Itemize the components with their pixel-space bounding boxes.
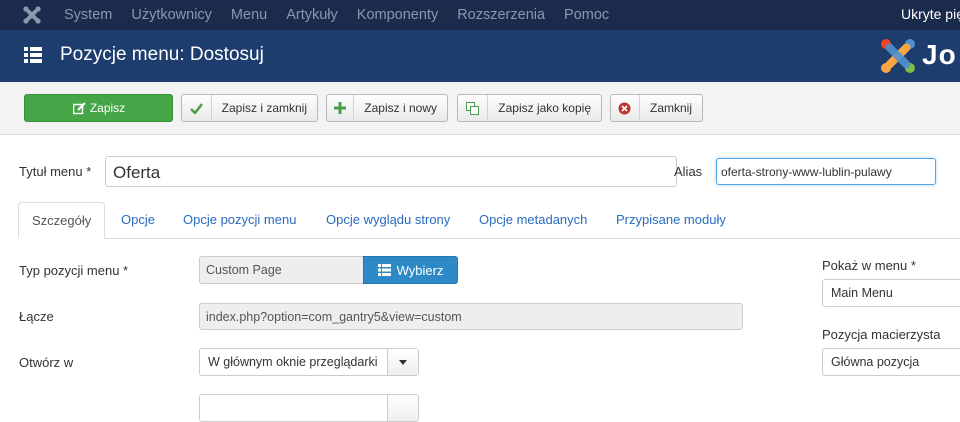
joomla-brand-icon (881, 39, 915, 73)
parent-item-select[interactable]: Główna pozycja (822, 348, 960, 376)
show-in-menu-label: Pokaż w menu * (822, 258, 916, 273)
nav-item-users[interactable]: Użytkownicy (131, 7, 212, 23)
list-icon (24, 47, 42, 63)
parent-item-value: Główna pozycja (831, 355, 920, 369)
nav-item-help[interactable]: Pomoc (564, 7, 609, 23)
page-header: Pozycje menu: Dostosuj Jo (0, 30, 960, 82)
title-input[interactable]: Oferta (105, 156, 677, 187)
list-icon (377, 264, 391, 276)
tab-page-display[interactable]: Opcje wyglądu strony (326, 202, 450, 238)
link-field: index.php?option=com_gantry5&view=custom (199, 303, 743, 330)
copy-icon (458, 95, 489, 121)
save-close-button[interactable]: Zapisz i zamknij (181, 94, 318, 122)
nav-item-articles[interactable]: Artykuły (286, 7, 338, 23)
choose-type-label: Wybierz (396, 262, 444, 278)
tab-options[interactable]: Opcje (121, 202, 155, 238)
link-label: Łącze (19, 309, 54, 324)
save-button[interactable]: Zapisz (24, 94, 173, 122)
chevron-down-icon (387, 349, 418, 375)
close-button[interactable]: Zamknij (610, 94, 703, 122)
joomla-brand: Jo (878, 36, 960, 76)
tab-menu-item-options[interactable]: Opcje pozycji menu (183, 202, 296, 238)
title-label: Tytuł menu * (19, 164, 92, 179)
tab-metadata[interactable]: Opcje metadanych (479, 202, 587, 238)
target-window-select[interactable]: W głównym oknie przeglądarki (199, 348, 419, 376)
target-window-value: W głównym oknie przeglądarki (208, 355, 378, 369)
hidden-messages-link[interactable]: Ukryte pię (901, 6, 960, 22)
save-new-label: Zapisz i nowy (364, 101, 437, 115)
nav-item-system[interactable]: System (64, 7, 112, 23)
chevron-down-icon (387, 395, 418, 421)
menu-item-type-field: Custom Page (199, 256, 364, 284)
menu-select-value: Main Menu (831, 286, 893, 300)
page-title: Pozycje menu: Dostosuj (60, 44, 264, 65)
alias-label: Alias (674, 164, 703, 179)
save-copy-button[interactable]: Zapisz jako kopię (457, 94, 602, 122)
toolbar: Zapisz Zapisz i zamknij Zapisz i nowy Za… (0, 82, 960, 135)
close-label: Zamknij (649, 101, 692, 115)
menu-select[interactable]: Main Menu (822, 279, 960, 307)
save-new-button[interactable]: Zapisz i nowy (326, 94, 448, 122)
check-icon (182, 95, 212, 121)
tab-bar: Szczegóły Opcje Opcje pozycji menu Opcje… (18, 202, 960, 239)
save-button-label: Zapisz (89, 101, 126, 115)
choose-type-button[interactable]: Wybierz (363, 256, 458, 284)
cancel-icon (611, 95, 640, 121)
joomla-logo-icon[interactable] (22, 5, 42, 25)
alias-input[interactable]: oferta-strony-www-lublin-pulawy (716, 158, 936, 185)
edit-icon (72, 95, 88, 121)
save-close-label: Zapisz i zamknij (221, 101, 307, 115)
plus-icon (327, 95, 355, 121)
nav-item-extensions[interactable]: Rozszerzenia (457, 7, 545, 23)
type-label: Typ pozycji menu * (19, 263, 129, 278)
target-label: Otwórz w (19, 355, 74, 370)
next-field-select[interactable] (199, 394, 419, 422)
tab-details[interactable]: Szczegóły (18, 202, 106, 239)
tab-modules[interactable]: Przypisane moduły (616, 202, 726, 238)
brand-text: Jo (922, 39, 957, 70)
save-copy-label: Zapisz jako kopię (498, 101, 591, 115)
parent-item-label: Pozycja macierzysta (822, 327, 941, 342)
nav-item-menu[interactable]: Menu (231, 7, 267, 23)
nav-item-components[interactable]: Komponenty (357, 7, 438, 23)
top-navbar: System Użytkownicy Menu Artykuły Kompone… (0, 0, 960, 30)
main-menu: System Użytkownicy Menu Artykuły Kompone… (64, 0, 628, 30)
